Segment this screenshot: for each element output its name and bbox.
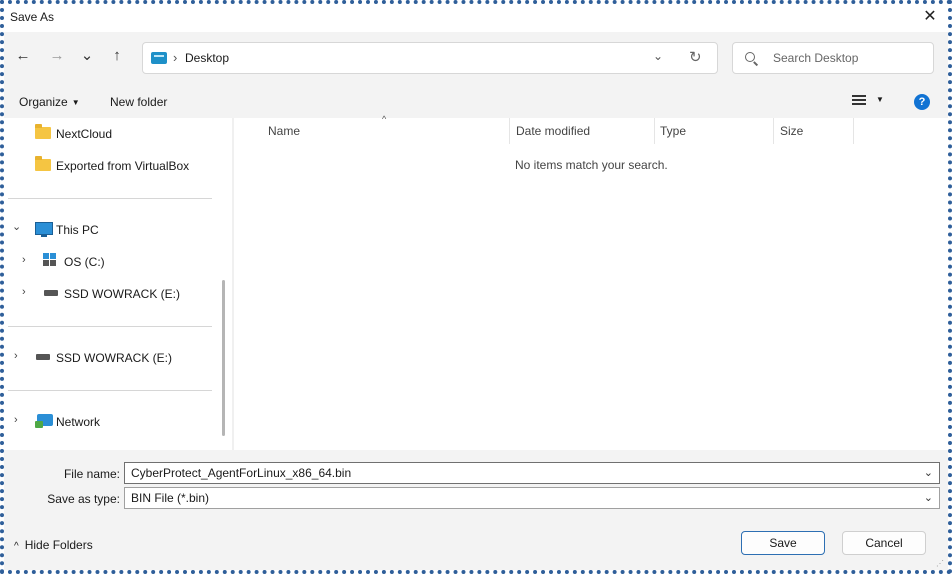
search-box[interactable]: Search Desktop — [732, 42, 934, 74]
save-form: File name: CyberProtect_AgentForLinux_x8… — [4, 450, 948, 516]
drive-icon — [36, 354, 50, 360]
column-divider[interactable] — [773, 118, 774, 144]
save-as-type-value: BIN File (*.bin) — [131, 491, 210, 505]
sidebar-scrollbar[interactable] — [222, 280, 225, 436]
sidebar-item-exported-virtualbox[interactable]: Exported from VirtualBox — [4, 156, 214, 178]
column-header-date-modified[interactable]: Date modified — [516, 124, 590, 138]
dialog-footer: ^ Hide Folders Save Cancel ⋰ — [4, 516, 948, 570]
hide-folders-button[interactable]: ^ Hide Folders — [14, 538, 93, 552]
cancel-button[interactable]: Cancel — [842, 531, 926, 555]
chevron-right-icon[interactable]: › — [14, 350, 18, 362]
chevron-right-icon[interactable]: › — [22, 286, 26, 298]
column-header-size[interactable]: Size — [780, 124, 803, 138]
chevron-up-icon: ^ — [14, 541, 19, 552]
save-as-type-dropdown-icon[interactable]: ⌄ — [924, 488, 933, 508]
folder-icon — [35, 156, 51, 171]
chevron-right-icon[interactable]: › — [14, 414, 18, 426]
chevron-right-icon[interactable]: › — [22, 254, 26, 266]
sidebar-item-label: SSD WOWRACK (E:) — [56, 351, 172, 365]
save-as-type-select[interactable]: BIN File (*.bin) ⌄ — [124, 487, 940, 509]
address-bar[interactable]: › Desktop ⌄ ↻ — [142, 42, 718, 74]
chevron-down-icon[interactable]: ⌄ — [12, 220, 21, 233]
sidebar-item-label: This PC — [56, 223, 99, 237]
view-dropdown-icon[interactable]: ▼ — [876, 95, 884, 104]
sort-ascending-icon: ^ — [382, 114, 387, 124]
recent-locations-chevron-icon[interactable]: ⌄ — [76, 45, 98, 67]
divider — [8, 198, 212, 199]
close-icon[interactable]: ✕ — [918, 6, 942, 28]
computer-icon — [35, 222, 53, 237]
organize-button[interactable]: Organize ▼ — [19, 95, 80, 109]
hide-folders-label: Hide Folders — [24, 538, 93, 552]
search-input[interactable]: Search Desktop — [773, 51, 858, 65]
sidebar-item-label: OS (C:) — [64, 255, 105, 269]
new-folder-button[interactable]: New folder — [110, 95, 167, 109]
sidebar-item-os-c[interactable]: › OS (C:) — [4, 252, 214, 274]
sidebar-item-label: SSD WOWRACK (E:) — [64, 287, 180, 301]
back-arrow-icon[interactable]: ← — [12, 45, 34, 67]
refresh-icon[interactable]: ↻ — [689, 48, 702, 66]
divider — [8, 390, 212, 391]
file-name-value: CyberProtect_AgentForLinux_x86_64.bin — [131, 466, 352, 480]
drive-icon — [44, 290, 58, 296]
file-list: ^ Name Date modified Type Size No items … — [236, 114, 948, 450]
empty-state-message: No items match your search. — [515, 158, 668, 172]
column-header-type[interactable]: Type — [660, 124, 686, 138]
sidebar-item-network[interactable]: › Network — [4, 412, 214, 434]
help-icon[interactable]: ? — [914, 94, 930, 110]
sidebar-item-label: NextCloud — [56, 127, 113, 141]
command-bar: Organize ▼ New folder ▼ ? — [4, 86, 948, 118]
address-dropdown-icon[interactable]: ⌄ — [653, 49, 663, 63]
network-icon — [35, 414, 53, 428]
column-divider[interactable] — [509, 118, 510, 144]
divider — [8, 326, 212, 327]
title-bar: Save As ✕ — [4, 4, 948, 30]
save-button[interactable]: Save — [741, 531, 825, 555]
column-divider[interactable] — [853, 118, 854, 144]
column-header-name[interactable]: Name — [268, 124, 300, 138]
sidebar-item-nextcloud[interactable]: NextCloud — [4, 124, 214, 146]
breadcrumb-separator-icon[interactable]: › — [173, 50, 177, 65]
forward-arrow-icon[interactable]: → — [46, 45, 68, 67]
folder-icon — [35, 124, 51, 139]
navigation-pane: NextCloud Exported from VirtualBox ⌄ Thi… — [4, 118, 218, 450]
navigation-bar: ← → ⌄ ↑ › Desktop ⌄ ↻ Search Desktop — [4, 32, 948, 86]
column-divider[interactable] — [654, 118, 655, 144]
pane-splitter[interactable] — [232, 118, 234, 450]
resize-grip-icon[interactable]: ⋰ — [936, 559, 944, 568]
file-name-input[interactable]: CyberProtect_AgentForLinux_x86_64.bin ⌄ — [124, 462, 940, 484]
sidebar-item-ssd-wowrack-pc[interactable]: › SSD WOWRACK (E:) — [4, 284, 214, 306]
organize-label: Organize — [19, 95, 68, 109]
file-name-dropdown-icon[interactable]: ⌄ — [924, 463, 933, 483]
sidebar-item-label: Exported from VirtualBox — [56, 159, 190, 173]
desktop-icon — [151, 52, 167, 64]
sidebar-item-this-pc[interactable]: ⌄ This PC — [4, 220, 214, 242]
search-icon — [745, 52, 755, 62]
sidebar-item-label: Network — [56, 415, 101, 429]
sidebar-item-ssd-wowrack[interactable]: › SSD WOWRACK (E:) — [4, 348, 214, 370]
view-options-icon[interactable] — [852, 95, 866, 107]
save-as-type-label: Save as type: — [47, 492, 120, 506]
file-name-label: File name: — [63, 467, 120, 481]
caret-down-icon: ▼ — [71, 98, 80, 108]
up-arrow-icon[interactable]: ↑ — [106, 45, 128, 67]
windows-drive-icon — [43, 253, 59, 267]
breadcrumb-desktop[interactable]: Desktop — [185, 51, 229, 65]
window-title: Save As — [10, 10, 55, 24]
